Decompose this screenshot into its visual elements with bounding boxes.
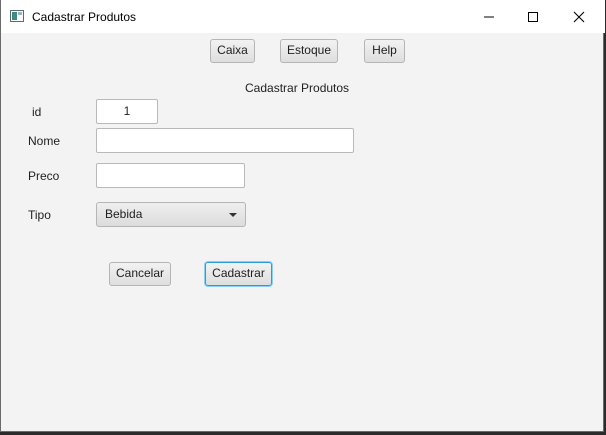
- tipo-label: Tipo: [28, 208, 51, 222]
- chevron-down-icon: [229, 213, 237, 217]
- form-heading: Cadastrar Produtos: [245, 81, 350, 95]
- minimize-button[interactable]: [466, 0, 512, 33]
- close-button[interactable]: [556, 0, 602, 33]
- estoque-button[interactable]: Estoque: [280, 39, 338, 63]
- title-bar[interactable]: Cadastrar Produtos: [1, 0, 605, 33]
- java-window-icon: [10, 10, 24, 22]
- close-icon: [573, 11, 585, 23]
- maximize-icon: [528, 12, 538, 22]
- nome-field[interactable]: [96, 128, 354, 153]
- preco-label: Preco: [28, 169, 60, 183]
- nome-label: Nome: [28, 134, 61, 148]
- preco-field[interactable]: [96, 163, 245, 188]
- tipo-select[interactable]: Bebida: [96, 202, 246, 227]
- tipo-selected-value: Bebida: [105, 207, 143, 221]
- submit-button[interactable]: Cadastrar: [205, 262, 272, 286]
- id-label: id: [32, 105, 42, 119]
- minimize-icon: [484, 16, 494, 18]
- cancel-button[interactable]: Cancelar: [109, 262, 171, 286]
- app-window: Cadastrar Produtos Caixa Estoque Help Ca…: [0, 0, 605, 432]
- help-button[interactable]: Help: [364, 39, 405, 63]
- window-title: Cadastrar Produtos: [32, 10, 137, 24]
- caixa-button[interactable]: Caixa: [210, 39, 255, 63]
- maximize-button[interactable]: [510, 0, 556, 33]
- id-field[interactable]: 1: [96, 99, 158, 124]
